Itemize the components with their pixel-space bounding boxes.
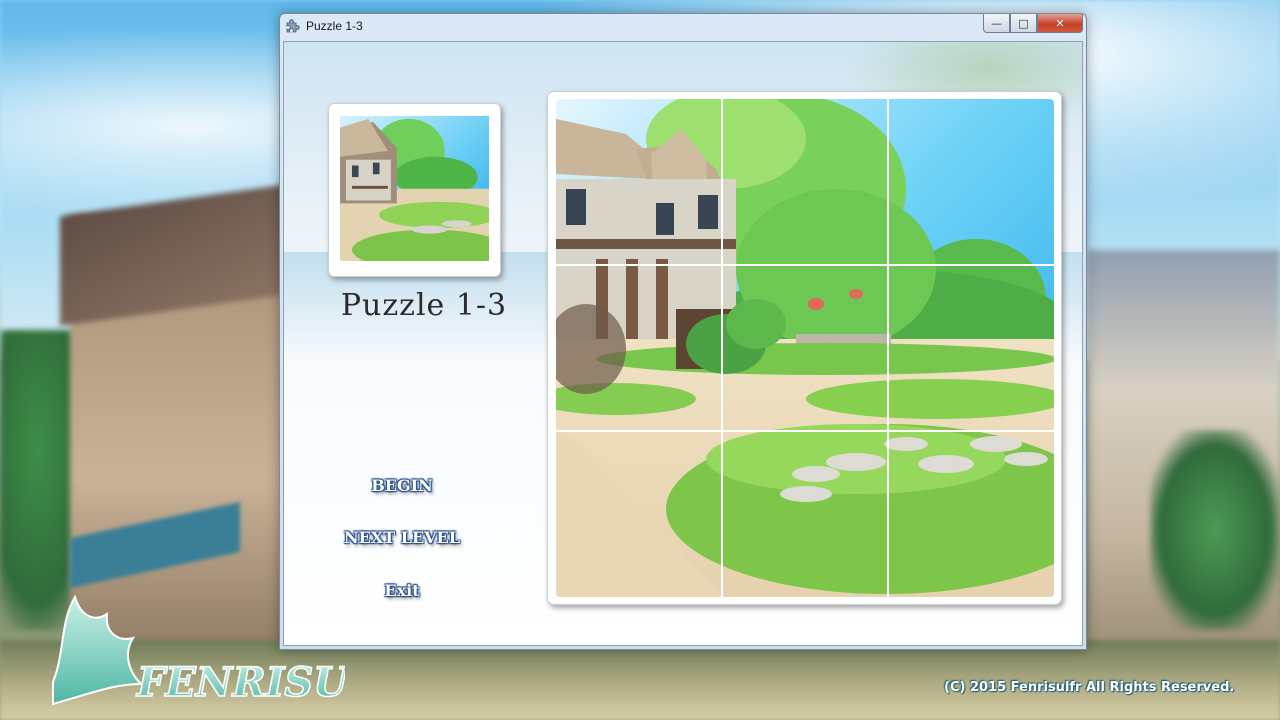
puzzle-board-frame — [547, 91, 1062, 605]
board-grid-line — [887, 99, 889, 597]
begin-button[interactable]: BEGIN — [302, 476, 502, 495]
next-level-button[interactable]: NEXT LEVEL — [302, 528, 502, 547]
close-button[interactable]: ✕ — [1037, 14, 1083, 33]
window-title: Puzzle 1-3 — [306, 19, 363, 33]
maximize-icon: □ — [1018, 16, 1029, 30]
puzzle-tile[interactable] — [556, 265, 722, 431]
puzzle-name: Puzzle 1-3 — [340, 288, 508, 323]
desktop-background-trees-right — [1150, 430, 1280, 630]
game-window: Puzzle 1-3 — □ ✕ Puzzle 1-3 BEGIN NEXT L… — [279, 13, 1087, 650]
board-grid-line — [556, 430, 1054, 432]
puzzle-piece-icon — [285, 19, 300, 34]
puzzle-tile[interactable] — [556, 431, 722, 597]
game-client-area: Puzzle 1-3 BEGIN NEXT LEVEL Exit — [283, 41, 1083, 646]
minimize-button[interactable]: — — [983, 14, 1010, 33]
puzzle-board — [556, 99, 1054, 597]
copyright-notice: (C) 2015 Fenrisulfr All Rights Reserved. — [944, 680, 1235, 695]
puzzle-tile[interactable] — [888, 265, 1054, 431]
preview-frame — [328, 103, 501, 277]
caption-buttons: — □ ✕ — [983, 14, 1083, 33]
title-bar[interactable]: Puzzle 1-3 — □ ✕ — [280, 14, 1086, 40]
puzzle-tile[interactable] — [888, 99, 1054, 265]
fenrisulfr-logo: FENRISULFR — [45, 592, 439, 710]
minimize-icon: — — [991, 16, 1002, 30]
maximize-button[interactable]: □ — [1010, 14, 1037, 33]
puzzle-tile[interactable] — [556, 99, 722, 265]
puzzle-tile[interactable] — [722, 431, 888, 597]
close-icon: ✕ — [1055, 16, 1065, 30]
puzzle-tile[interactable] — [888, 431, 1054, 597]
board-grid-line — [721, 99, 723, 597]
svg-text:FENRISULFR: FENRISULFR — [136, 659, 345, 706]
puzzle-tile[interactable] — [722, 99, 888, 265]
puzzle-tile[interactable] — [722, 265, 888, 431]
preview-image — [340, 116, 489, 261]
board-grid-line — [556, 264, 1054, 266]
